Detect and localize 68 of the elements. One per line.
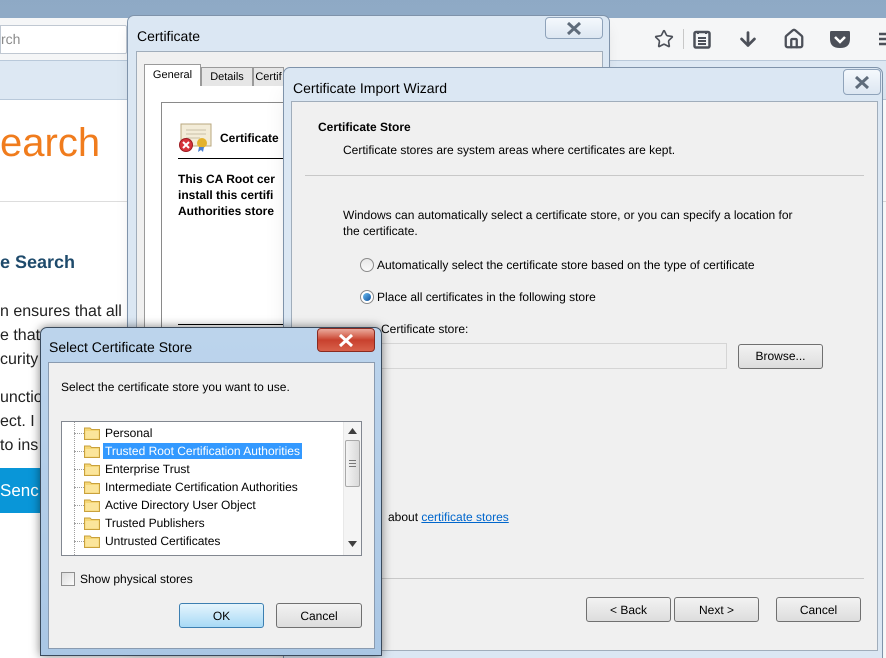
body-text-line: curity [0,350,38,370]
dialog-prompt: Select the certificate store you want to use. [61,379,291,396]
tree-item[interactable]: Untrusted Certificates [103,533,222,549]
certificate-info-text: install this certifi [178,187,274,203]
certificate-header: Certificate [220,130,279,147]
certificate-info-text: Authorities store [178,203,276,219]
checkbox[interactable] [61,572,75,586]
dialog-button[interactable]: Cancel [776,597,861,622]
scroll-thumb[interactable] [345,440,360,487]
tab[interactable]: General [144,64,201,86]
tree-item[interactable]: Active Directory User Object [103,497,258,513]
window-title: Certificate [137,27,200,46]
folder-icon [84,426,100,440]
wizard-intro-text: Windows can automatically select a certificate store, or you can specify a location for the certificate. [343,207,794,239]
radio-button[interactable] [360,258,374,272]
close-icon [854,76,870,88]
wizard-subheading: Certificate stores are system areas where certificates are kept. [343,142,676,159]
tab[interactable]: Certif [253,67,284,86]
window-title: Select Certificate Store [49,338,192,357]
certificate-error-icon [178,123,212,153]
radio-option[interactable]: Automatically select the certificate store based on the type of certificate [360,256,877,274]
scroll-down-icon[interactable] [348,541,357,547]
learn-more-text: about certificate stores [388,509,510,526]
close-button[interactable] [317,328,375,352]
bookmark-star-icon[interactable] [654,29,674,49]
body-text-line: ect. I [0,412,35,432]
folder-icon [84,444,100,458]
body-text-line: to ins [0,436,38,456]
dialog-button[interactable]: Cancel [276,603,362,628]
certificate-info-text: This CA Root cer [178,171,276,187]
wizard-heading: Certificate Store [318,119,412,136]
page-heading: e Search [0,251,76,274]
tree-item[interactable]: Intermediate Certification Authorities [103,479,300,495]
dialog-button[interactable]: OK [179,603,264,628]
certificate-store-field[interactable] [381,343,727,369]
field-label: Certificate store: [381,321,470,338]
folder-icon [84,480,100,494]
tree-item[interactable]: Trusted Publishers [103,515,207,531]
site-logo-text: earch [0,120,100,166]
dialog-button[interactable]: Next > [674,597,759,622]
reading-list-icon[interactable] [693,29,711,49]
radio-option[interactable]: Place all certificates in the following store [360,288,877,306]
menu-icon[interactable] [879,30,886,48]
tree-item[interactable]: Enterprise Trust [103,461,192,477]
folder-icon [84,534,100,548]
folder-icon [84,516,100,530]
pocket-icon[interactable] [829,30,851,48]
tab[interactable]: Details [201,67,253,86]
close-button[interactable] [843,69,881,95]
body-text-line: e that [0,326,40,346]
close-button[interactable] [545,17,603,39]
radio-button[interactable] [360,290,374,304]
home-icon[interactable] [783,28,805,50]
close-icon [566,22,582,34]
download-icon[interactable] [737,28,759,50]
checkbox-label: Show physical stores [80,571,193,588]
close-icon [338,334,354,346]
scrollbar[interactable] [343,422,361,555]
tree-item[interactable]: Personal [103,425,154,441]
body-text-line: n ensures that all [0,302,122,322]
certificate-stores-link[interactable]: certificate stores [421,510,509,524]
folder-icon [84,498,100,512]
dialog-button[interactable]: < Back [586,597,671,622]
dialog-button[interactable]: Browse... [738,344,823,368]
window-title: Certificate Import Wizard [293,79,448,98]
search-field[interactable]: rch [0,24,127,54]
folder-icon [84,462,100,476]
scroll-up-icon[interactable] [348,428,357,434]
